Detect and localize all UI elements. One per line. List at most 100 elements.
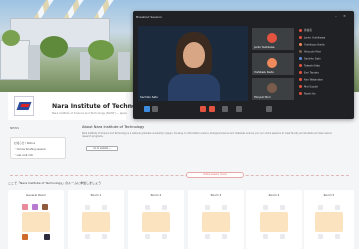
org-title: Nara Institute of Technology <box>52 103 137 110</box>
room-chair[interactable] <box>162 234 167 239</box>
panel-item-label: Takeshi Kato <box>304 64 321 68</box>
room-chair[interactable] <box>222 234 227 239</box>
room-chair[interactable] <box>85 234 90 239</box>
layout-button[interactable] <box>266 106 272 112</box>
chat-button[interactable] <box>144 106 150 112</box>
call-controls-bar <box>138 106 346 114</box>
room-card-1[interactable]: Room 1 <box>68 190 124 249</box>
settings-button[interactable] <box>152 106 158 112</box>
room-table <box>142 212 170 232</box>
panel-item[interactable]: Naoki Ito <box>299 92 316 96</box>
panel-item[interactable]: Junko Yoshikawa <box>299 36 325 40</box>
room-chair[interactable] <box>318 234 323 239</box>
main-speaker-tile[interactable] <box>138 26 248 101</box>
participant-name: Yoshikazu Ikeda <box>254 71 274 74</box>
room-card-3[interactable]: Room 3 <box>188 190 244 249</box>
room-table <box>260 212 288 232</box>
panel-item-label: Ken Watanabe <box>304 78 323 82</box>
room-chair[interactable] <box>85 205 90 210</box>
org-subtitle: Nara Institute of Science and Technology… <box>52 112 128 115</box>
room-card-5[interactable]: Room 5 <box>304 190 354 249</box>
about-title: About Nara Institute of Technology <box>82 125 145 129</box>
participant-avatar <box>32 204 38 210</box>
room-card-2[interactable]: Room 2 <box>128 190 184 249</box>
panel-item-label: Yoshikazu Ikeda <box>304 43 325 47</box>
panel-item-label: Naoki Ito <box>304 92 316 96</box>
main-speaker-name: Sachiko Sato <box>140 95 158 99</box>
speaker-shirt <box>168 74 220 101</box>
room-chair[interactable] <box>263 234 268 239</box>
participant-tile[interactable]: Hiroyuki Mori <box>252 78 294 100</box>
minimize-icon[interactable]: – <box>335 14 337 18</box>
room-name: General Room <box>26 193 46 197</box>
room-chair[interactable] <box>335 234 340 239</box>
participant-avatar <box>267 83 277 93</box>
panel-item[interactable]: Emi Tanaka <box>299 71 319 75</box>
notice-card[interactable]: お知らせ / Notice ・Online briefing session ・… <box>10 137 66 159</box>
room-chair[interactable] <box>280 234 285 239</box>
room-chair[interactable] <box>162 205 167 210</box>
camera-toggle-button[interactable] <box>209 106 215 112</box>
participant-avatar <box>44 234 50 240</box>
participant-name: Hiroyuki Mori <box>254 96 271 99</box>
room-chair[interactable] <box>145 205 150 210</box>
participant-avatar <box>267 58 277 68</box>
room-chair[interactable] <box>263 205 268 210</box>
video-window-title: Breakout Session <box>136 15 162 19</box>
panel-item[interactable]: Hiroyuki Mori <box>299 50 321 54</box>
rooms-divider-pill: Online session rooms <box>186 172 244 178</box>
about-text: Nara Institute of Science and Technology… <box>82 132 332 139</box>
panel-item[interactable]: 参加者 <box>299 28 312 32</box>
screen-share-button[interactable] <box>222 106 228 112</box>
close-icon[interactable]: × <box>343 14 346 18</box>
participant-avatar <box>42 204 48 210</box>
notice-line: ・Lab visit info <box>14 154 34 157</box>
panel-item-label: 参加者 <box>304 29 312 32</box>
room-name: Room 3 <box>210 193 222 197</box>
room-chair[interactable] <box>102 234 107 239</box>
room-chair[interactable] <box>335 205 340 210</box>
panel-item[interactable]: Yoshikazu Ikeda <box>299 43 324 47</box>
room-chair[interactable] <box>222 205 227 210</box>
website-button[interactable]: Go to website → <box>86 146 118 151</box>
room-card-general[interactable]: General Room <box>8 190 64 249</box>
room-card-4[interactable]: Room 4 <box>246 190 302 249</box>
room-chair[interactable] <box>205 205 210 210</box>
room-chair[interactable] <box>205 234 210 239</box>
participant-avatar <box>267 33 277 43</box>
room-table <box>82 212 110 232</box>
participant-tile[interactable]: Junko Yoshikawa <box>252 28 294 50</box>
panel-item[interactable]: Sachiko Sato <box>299 57 321 61</box>
rooms-section-label: ここで「Nara Institute of Technology」のルームに参加… <box>8 181 102 185</box>
room-chair[interactable] <box>145 234 150 239</box>
participant-name: Junko Yoshikawa <box>254 46 275 49</box>
divider <box>10 175 349 176</box>
panel-item-label: Sachiko Sato <box>304 57 321 61</box>
room-name: Room 4 <box>268 193 280 197</box>
participant-avatar <box>22 234 28 240</box>
participant-avatar <box>22 204 28 210</box>
notice-line: お知らせ / Notice <box>14 142 36 145</box>
panel-item-label: Junko Yoshikawa <box>304 36 326 40</box>
panel-item[interactable]: Takeshi Kato <box>299 64 320 68</box>
participant-tile[interactable]: Yoshikazu Ikeda <box>252 53 294 75</box>
mic-toggle-button[interactable] <box>200 106 206 112</box>
panel-item-label: Hiroyuki Mori <box>304 50 322 54</box>
room-table <box>22 212 50 232</box>
participant-panel: 参加者 Junko Yoshikawa Yoshikazu Ikeda Hiro… <box>299 26 351 106</box>
panel-item[interactable]: Mai Suzuki <box>299 85 318 89</box>
panel-item-label: Emi Tanaka <box>304 71 319 75</box>
room-table <box>202 212 230 232</box>
room-chair[interactable] <box>318 205 323 210</box>
panel-item[interactable]: Ken Watanabe <box>299 78 323 82</box>
room-name: Room 1 <box>90 193 102 197</box>
notice-line: ・Online briefing session <box>14 148 47 151</box>
room-chair[interactable] <box>102 205 107 210</box>
room-name: Room 5 <box>323 193 335 197</box>
room-chair[interactable] <box>280 205 285 210</box>
room-table <box>315 212 343 232</box>
speaker-face <box>183 42 205 68</box>
room-name: Room 2 <box>150 193 162 197</box>
more-options-button[interactable] <box>236 106 242 112</box>
org-logo <box>14 96 34 116</box>
